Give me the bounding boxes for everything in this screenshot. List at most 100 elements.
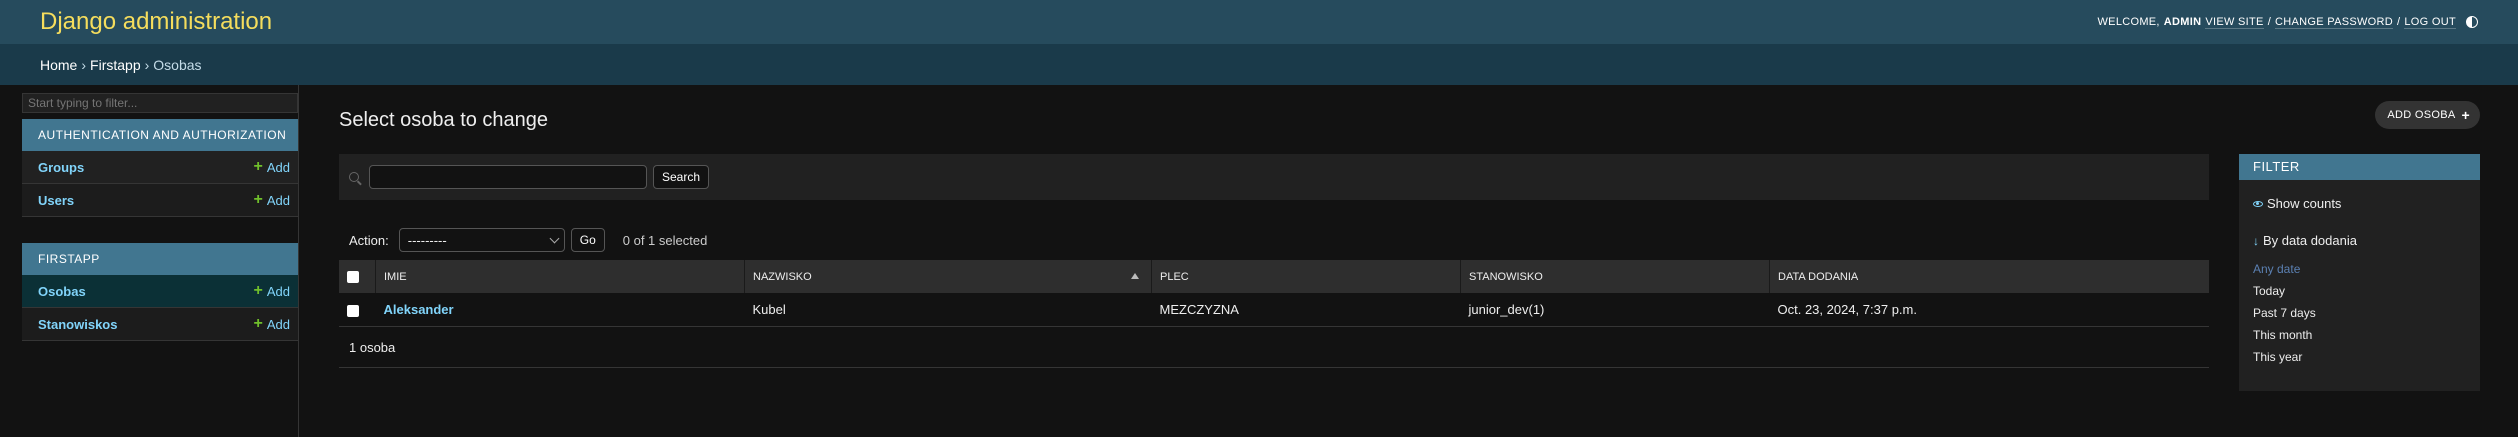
- change-password-link[interactable]: CHANGE PASSWORD: [2275, 16, 2394, 29]
- filter-choice-this-year[interactable]: This year: [2253, 346, 2480, 368]
- theme-toggle-icon[interactable]: [2466, 16, 2478, 28]
- separator: /: [2397, 16, 2401, 28]
- search-icon: [349, 172, 359, 182]
- select-all-header: [339, 260, 376, 293]
- site-name[interactable]: Django administration: [40, 8, 272, 36]
- actions-bar: Action: --------- Go 0 of 1 selected: [339, 220, 2209, 260]
- breadcrumb-app[interactable]: Firstapp: [90, 57, 141, 73]
- add-label: Add: [266, 192, 290, 208]
- column-header-data-dodania[interactable]: DATA DODANIA: [1769, 260, 2209, 293]
- filter-section-data-dodania[interactable]: ↓ By data dodania: [2239, 233, 2480, 248]
- table-header-row: IMIE NAZWISKO PLEC STANOWISKO DATA DODAN…: [339, 260, 2209, 293]
- add-stanowisko-link[interactable]: + Add: [254, 316, 290, 332]
- filter-choice-this-month[interactable]: This month: [2253, 324, 2480, 346]
- column-header-stanowisko[interactable]: STANOWISKO: [1460, 260, 1770, 293]
- filter-choices: Any date Today Past 7 days This month Th…: [2239, 258, 2480, 368]
- search-button[interactable]: Search: [653, 165, 710, 189]
- breadcrumb-home[interactable]: Home: [40, 57, 77, 73]
- action-select[interactable]: ---------: [398, 228, 565, 252]
- column-header-imie[interactable]: IMIE: [375, 260, 745, 293]
- add-user-link[interactable]: + Add: [254, 192, 290, 208]
- username: ADMIN: [2163, 16, 2202, 28]
- filter-panel: FILTER Show counts ↓ By data dodania Any…: [2239, 154, 2480, 391]
- search-input[interactable]: [369, 165, 647, 189]
- eye-icon: [2253, 200, 2263, 207]
- breadcrumb-separator: ›: [81, 56, 87, 73]
- add-osoba-label: ADD OSOBA: [2387, 109, 2456, 121]
- log-out-link[interactable]: LOG OUT: [2404, 16, 2456, 29]
- sort-ascending-icon[interactable]: [1131, 273, 1139, 279]
- welcome-text: WELCOME,: [2097, 16, 2160, 28]
- column-header-nazwisko[interactable]: NAZWISKO: [744, 260, 1152, 293]
- row-select-cell: [339, 293, 376, 327]
- arrow-down-icon: ↓: [2253, 233, 2259, 248]
- cell-data-dodania: Oct. 23, 2024, 7:37 p.m.: [1769, 293, 2209, 327]
- changelist: Search Action: --------- Go 0 of 1 selec…: [339, 154, 2209, 391]
- plus-icon: +: [253, 158, 263, 175]
- cell-stanowisko: junior_dev(1): [1460, 293, 1770, 327]
- sidebar-item-users: Users + Add: [22, 184, 298, 217]
- filter-title: FILTER: [2239, 154, 2480, 180]
- plus-icon: +: [253, 315, 263, 332]
- header: Django administration WELCOME, ADMIN VIE…: [0, 0, 2518, 44]
- selection-counter: 0 of 1 selected: [622, 232, 708, 248]
- add-label: Add: [266, 316, 290, 332]
- column-header-label: DATA DODANIA: [1778, 270, 1859, 283]
- content-row: Search Action: --------- Go 0 of 1 selec…: [339, 154, 2480, 391]
- column-header-label: IMIE: [384, 270, 407, 283]
- plus-icon: +: [253, 282, 263, 299]
- sidebar-item-osobas: Osobas + Add: [22, 275, 298, 308]
- plus-icon: +: [253, 191, 263, 208]
- filter-choice-any-date[interactable]: Any date: [2253, 258, 2480, 280]
- breadcrumb-separator: ›: [144, 56, 150, 73]
- filter-choice-today[interactable]: Today: [2253, 280, 2480, 302]
- page-title: Select osoba to change: [339, 109, 549, 131]
- view-site-link[interactable]: VIEW SITE: [2205, 16, 2264, 29]
- module-caption-auth[interactable]: AUTHENTICATION AND AUTHORIZATION: [22, 119, 298, 151]
- nav-sidebar: AUTHENTICATION AND AUTHORIZATION Groups …: [0, 85, 299, 437]
- module-auth: AUTHENTICATION AND AUTHORIZATION Groups …: [22, 119, 298, 217]
- cell-nazwisko: Kubel: [744, 293, 1152, 327]
- go-button[interactable]: Go: [570, 228, 605, 252]
- module-caption-firstapp[interactable]: FIRSTAPP: [22, 243, 298, 275]
- sidebar-item-users-link[interactable]: Users: [38, 193, 74, 208]
- cell-plec: MEZCZYZNA: [1151, 293, 1461, 327]
- result-table: IMIE NAZWISKO PLEC STANOWISKO DATA DODAN…: [339, 260, 2209, 327]
- sidebar-item-stanowiskos-link[interactable]: Stanowiskos: [38, 317, 117, 332]
- action-select-value: ---------: [407, 232, 447, 248]
- filter-section-label: By data dodania: [2263, 233, 2357, 248]
- osoba-link[interactable]: Aleksander: [384, 302, 454, 317]
- module-firstapp: FIRSTAPP Osobas + Add Stanowiskos + Add: [22, 243, 298, 341]
- add-group-link[interactable]: + Add: [254, 159, 290, 175]
- content: Select osoba to change ADD OSOBA + Searc…: [299, 85, 2518, 437]
- search-toolbar: Search: [339, 154, 2209, 200]
- main-layout: AUTHENTICATION AND AUTHORIZATION Groups …: [0, 85, 2518, 437]
- column-header-plec[interactable]: PLEC: [1151, 260, 1461, 293]
- sidebar-item-osobas-link[interactable]: Osobas: [38, 284, 86, 299]
- add-osoba-button[interactable]: ADD OSOBA +: [2375, 101, 2480, 129]
- sidebar-item-groups: Groups + Add: [22, 151, 298, 184]
- column-header-label: NAZWISKO: [753, 270, 812, 283]
- chevron-down-icon: [549, 233, 560, 244]
- breadcrumb: Home › Firstapp › Osobas: [0, 44, 2518, 85]
- show-counts-link[interactable]: Show counts: [2239, 196, 2480, 211]
- add-label: Add: [266, 283, 290, 299]
- plus-icon: +: [2461, 107, 2470, 123]
- add-osoba-link[interactable]: + Add: [254, 283, 290, 299]
- filter-choice-past-7-days[interactable]: Past 7 days: [2253, 302, 2480, 324]
- table-row: Aleksander Kubel MEZCZYZNA junior_dev(1)…: [339, 293, 2209, 327]
- show-counts-label: Show counts: [2267, 196, 2342, 211]
- sidebar-item-stanowiskos: Stanowiskos + Add: [22, 308, 298, 341]
- column-header-label: PLEC: [1160, 270, 1189, 283]
- cell-imie: Aleksander: [375, 293, 745, 327]
- action-label: Action:: [349, 232, 389, 248]
- user-tools: WELCOME, ADMIN VIEW SITE / CHANGE PASSWO…: [2097, 16, 2478, 29]
- sidebar-item-groups-link[interactable]: Groups: [38, 160, 84, 175]
- separator: /: [2267, 16, 2272, 28]
- breadcrumb-current: Osobas: [153, 56, 202, 73]
- paginator: 1 osoba: [339, 327, 2209, 368]
- row-checkbox[interactable]: [347, 304, 359, 317]
- select-all-checkbox[interactable]: [347, 270, 359, 283]
- column-header-label: STANOWISKO: [1469, 270, 1543, 283]
- sidebar-filter-input[interactable]: [22, 93, 298, 113]
